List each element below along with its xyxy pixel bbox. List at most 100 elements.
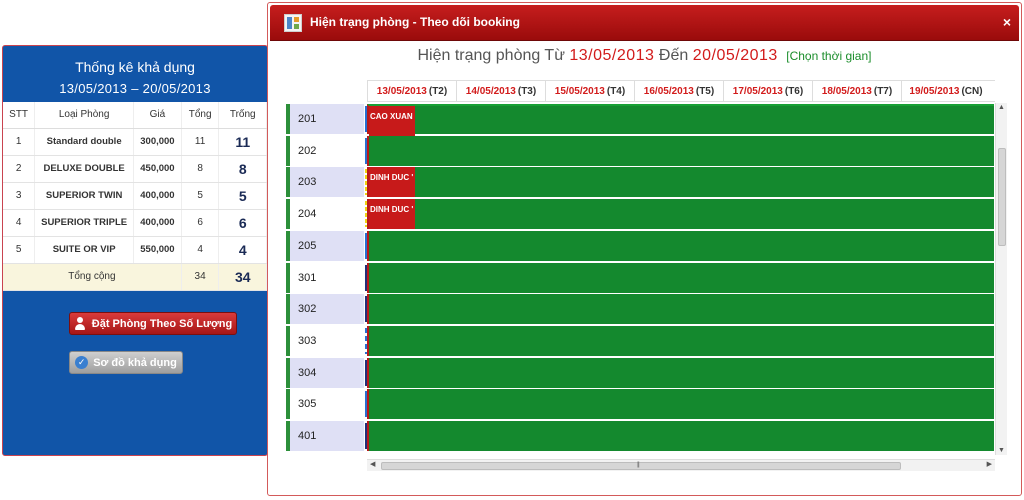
room-number[interactable]: 302 [286, 294, 368, 325]
room-number-text: 202 [298, 144, 317, 157]
room-number[interactable]: 201 [286, 104, 368, 134]
room-row: 304 [286, 357, 996, 389]
row-available: 8 [218, 155, 267, 183]
check-circle-icon: ✓ [75, 356, 89, 369]
room-row: 205 [286, 230, 996, 262]
room-number[interactable]: 202 [286, 135, 368, 166]
room-row: 203 DINH DUC ' [286, 166, 996, 198]
room-number[interactable]: 303 [286, 325, 368, 356]
room-row: 305 [286, 388, 996, 420]
weekday-label: (T7) [873, 86, 893, 97]
availability-panel: Thống kê khả dụng 13/05/2013 – 20/05/201… [2, 45, 268, 456]
row-room-type: DELUXE DOUBLE [34, 155, 135, 183]
room-availability-bar[interactable]: CAO XUAN I [367, 104, 994, 136]
table-row: 2 DELUXE DOUBLE 450,000 8 8 [3, 155, 267, 183]
table-row: 3 SUPERIOR TWIN 400,000 5 5 [3, 182, 267, 210]
row-price: 550,000 [133, 236, 182, 264]
room-number[interactable]: 203 [286, 167, 368, 198]
weekday-label: (T3) [517, 86, 537, 97]
date-label: 18/05/2013 [821, 86, 872, 97]
row-price: 450,000 [133, 155, 182, 183]
range-to-date: 20/05/2013 [692, 47, 778, 64]
close-icon[interactable]: × [1003, 14, 1011, 30]
date-label: 17/05/2013 [732, 86, 783, 97]
choose-time-link[interactable]: [Chọn thời gian] [786, 49, 871, 63]
col-header-room-type: Loại Phòng [34, 102, 135, 129]
table-row: 1 Standard double 300,000 11 11 [3, 128, 267, 156]
total-count: 34 [181, 263, 220, 291]
date-header-cell: 13/05/2013 (T2) [367, 81, 456, 102]
room-number[interactable]: 305 [286, 389, 368, 420]
date-label: 14/05/2013 [465, 86, 516, 97]
row-total: 8 [181, 155, 220, 183]
scroll-up-icon[interactable]: ▲ [998, 104, 1005, 111]
availability-map-label: Sơ đồ khả dụng [93, 356, 177, 369]
date-header-cell: 15/05/2013 (T4) [545, 81, 634, 102]
weekday-label: (T4) [606, 86, 626, 97]
date-header-cell: 16/05/2013 (T5) [634, 81, 723, 102]
vertical-scrollbar[interactable]: ▲ ▼ [995, 103, 1007, 455]
dialog-titlebar[interactable]: Hiện trạng phòng - Theo dõi booking × [270, 5, 1019, 41]
room-number[interactable]: 204 [286, 199, 368, 230]
room-row: 401 [286, 420, 996, 452]
room-number[interactable]: 304 [286, 357, 368, 388]
row-total: 6 [181, 209, 220, 237]
room-availability-bar[interactable] [367, 421, 994, 451]
row-stt: 2 [3, 155, 36, 183]
dialog-title: Hiện trạng phòng - Theo dõi booking [310, 15, 520, 29]
room-availability-bar[interactable]: DINH DUC ' [367, 199, 994, 230]
booking-block[interactable]: DINH DUC ' [369, 167, 415, 198]
room-number[interactable]: 401 [286, 421, 368, 451]
room-availability-bar[interactable] [367, 294, 994, 325]
booking-block[interactable]: CAO XUAN I [369, 106, 415, 136]
scroll-right-icon[interactable]: ▶ [987, 460, 992, 468]
room-row: 303 [286, 325, 996, 357]
room-availability-bar[interactable] [367, 357, 994, 388]
vertical-scroll-thumb[interactable] [998, 148, 1006, 246]
row-total: 5 [181, 182, 220, 210]
booking-status-dialog: Hiện trạng phòng - Theo dõi booking × Hi… [267, 2, 1022, 496]
date-label: 19/05/2013 [909, 86, 960, 97]
weekday-label: (CN) [961, 86, 983, 97]
room-availability-bar[interactable] [367, 230, 994, 261]
availability-date-range: 13/05/2013 – 20/05/2013 [59, 81, 211, 96]
availability-header: Thống kê khả dụng 13/05/2013 – 20/05/201… [3, 46, 267, 102]
room-number-text: 203 [298, 176, 317, 189]
row-price: 400,000 [133, 182, 182, 210]
date-label: 13/05/2013 [376, 86, 427, 97]
col-header-price: Giá [133, 102, 182, 129]
row-stt: 3 [3, 182, 36, 210]
total-available: 34 [218, 263, 267, 291]
room-number-text: 205 [298, 239, 317, 252]
room-availability-bar[interactable] [367, 262, 994, 293]
book-by-quantity-button[interactable]: Đặt Phòng Theo Số Lượng [69, 312, 237, 335]
availability-title: Thống kê khả dụng [75, 59, 195, 75]
scroll-down-icon[interactable]: ▼ [998, 447, 1005, 454]
row-stt: 1 [3, 128, 36, 156]
col-header-available: Trống [218, 102, 267, 129]
room-row: 302 [286, 293, 996, 325]
room-availability-bar[interactable]: DINH DUC ' [367, 167, 994, 198]
room-availability-bar[interactable] [367, 325, 994, 356]
row-price: 300,000 [133, 128, 182, 156]
room-number-text: 401 [298, 430, 317, 442]
scroll-left-icon[interactable]: ◀ [370, 460, 375, 468]
date-header-row: 13/05/2013 (T2) 14/05/2013 (T3) 15/05/2013 (T… [367, 80, 995, 102]
room-number[interactable]: 301 [286, 262, 368, 293]
room-number[interactable]: 205 [286, 230, 368, 261]
room-availability-bar[interactable] [367, 135, 994, 166]
date-label: 15/05/2013 [554, 86, 605, 97]
room-availability-bar[interactable] [367, 389, 994, 420]
user-icon [74, 317, 86, 330]
booking-block[interactable]: DINH DUC ' [369, 199, 415, 230]
row-room-type: SUPERIOR TRIPLE [34, 209, 135, 237]
table-header-row: STT Loại Phòng Giá Tổng Trống [3, 102, 267, 129]
availability-map-button[interactable]: ✓ Sơ đồ khả dụng [69, 351, 183, 374]
range-from-date: 13/05/2013 [569, 47, 655, 64]
horizontal-scrollbar[interactable]: ◀ ||| ▶ [367, 459, 995, 471]
date-label: 16/05/2013 [643, 86, 694, 97]
horizontal-scroll-thumb[interactable] [381, 462, 901, 470]
room-number-text: 301 [298, 271, 317, 284]
col-header-stt: STT [3, 102, 36, 129]
row-available: 11 [218, 128, 267, 156]
